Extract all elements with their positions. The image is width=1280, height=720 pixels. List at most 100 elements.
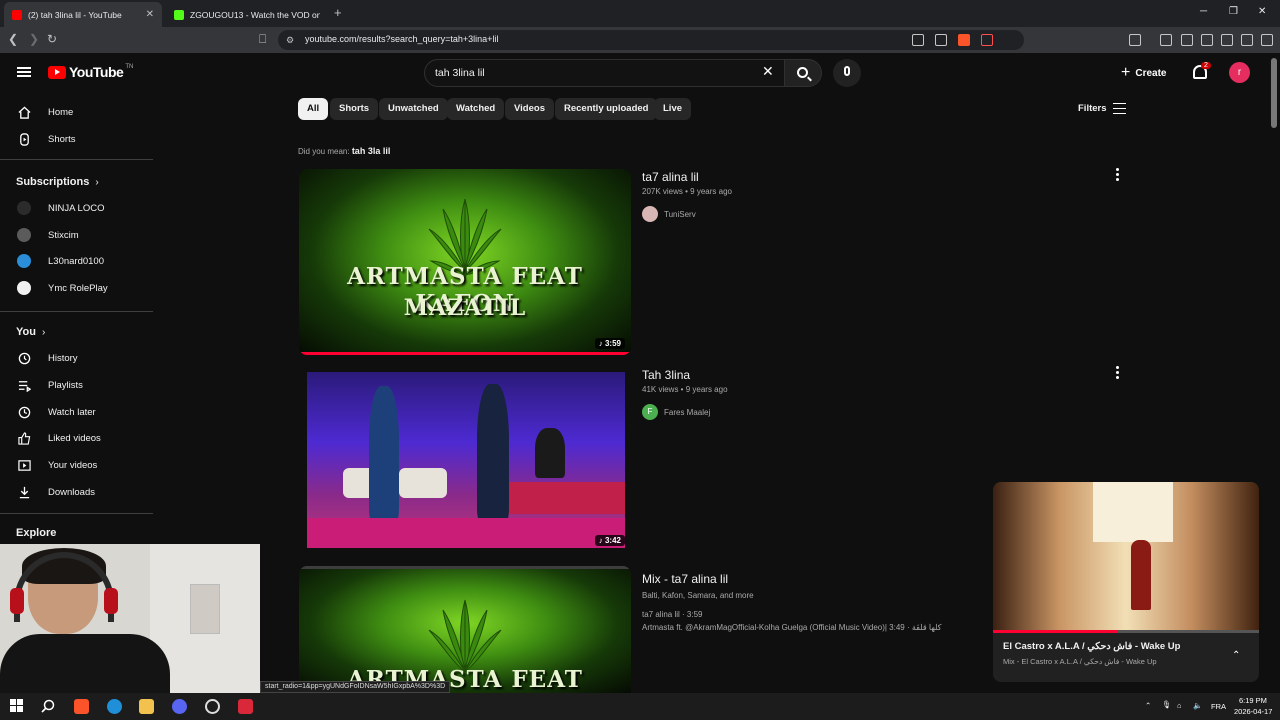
miniplayer-progress-bar[interactable] — [993, 630, 1259, 633]
channel-row[interactable]: TuniServ — [642, 206, 696, 222]
scene-floor — [307, 518, 625, 548]
url-text[interactable]: youtube.com/results?search_query=tah+3li… — [305, 34, 498, 44]
chip-watched[interactable]: Watched — [447, 98, 505, 120]
cast-icon[interactable] — [912, 34, 924, 46]
new-tab-button[interactable]: + — [334, 5, 342, 20]
video-title[interactable]: ta7 alina lil — [642, 170, 699, 184]
microphone-icon[interactable]: 🎙 — [1162, 700, 1172, 709]
app-icon[interactable] — [238, 699, 253, 714]
sidebar-item-subscription[interactable]: Ymc RolePlay — [0, 275, 155, 301]
wallet-icon[interactable] — [1201, 34, 1213, 46]
search-icon — [797, 67, 808, 78]
video-title[interactable]: Mix - ta7 alina lil — [642, 572, 728, 586]
chip-recently-uploaded[interactable]: Recently uploaded — [555, 98, 658, 120]
miniplayer-video[interactable] — [993, 482, 1259, 632]
network-icon[interactable]: ⌂ — [1177, 701, 1182, 710]
mix-track[interactable]: ta7 alina lil · 3:59 — [642, 610, 702, 619]
bookmark-icon[interactable]: ⎕ — [259, 32, 266, 47]
sidebar-icon[interactable] — [1181, 34, 1193, 46]
guide-menu-icon[interactable] — [17, 67, 31, 77]
discord-icon[interactable] — [172, 699, 187, 714]
mix-thumbnail[interactable]: ARTMASTA FEAT KAFON — [299, 566, 631, 693]
chevron-up-icon[interactable]: ⌃ — [1232, 650, 1240, 661]
extensions-icon[interactable] — [1129, 34, 1141, 46]
channel-name[interactable]: Fares Maalej — [664, 408, 710, 417]
chip-all[interactable]: All — [298, 98, 329, 120]
account-avatar[interactable]: r — [1229, 62, 1250, 83]
suggestion-link[interactable]: tah 3la lil — [352, 146, 391, 156]
sidebar-item-label: History — [48, 352, 78, 364]
restore-icon[interactable]: ❐ — [1229, 6, 1238, 17]
minimize-icon[interactable]: ─ — [1200, 6, 1207, 17]
create-button[interactable]: + Create — [1121, 59, 1166, 87]
filters-button[interactable]: Filters — [1078, 103, 1126, 114]
vpn-icon[interactable] — [1241, 34, 1253, 46]
leo-ai-icon[interactable] — [1221, 34, 1233, 46]
brave-rewards-icon[interactable] — [981, 34, 993, 46]
playlists-icon — [18, 380, 31, 392]
you-heading[interactable]: You › — [16, 326, 45, 338]
more-actions-icon[interactable] — [1116, 168, 1120, 182]
sidebar-item-liked-videos[interactable]: Liked videos — [0, 425, 155, 451]
mix-stack-edge — [299, 566, 631, 569]
file-explorer-icon[interactable] — [139, 699, 154, 714]
chip-unwatched[interactable]: Unwatched — [379, 98, 448, 120]
page-scrollbar[interactable] — [1271, 58, 1277, 128]
sidebar-item-subscription[interactable]: L30nard0100 — [0, 248, 155, 274]
browser-tab-youtube[interactable]: (2) tah 3lina lil - YouTube ✕ — [4, 2, 162, 27]
browser-menu-icon[interactable] — [1261, 34, 1273, 46]
subscriptions-heading[interactable]: Subscriptions › — [16, 176, 99, 188]
sidebar-item-your-videos[interactable]: Your videos — [0, 452, 155, 478]
mix-track[interactable]: Artmasta ft. @AkramMagOfficial-Kolha Gue… — [642, 623, 941, 632]
media-icon[interactable] — [1160, 34, 1172, 46]
obs-icon[interactable] — [205, 699, 220, 714]
chip-live[interactable]: Live — [654, 98, 692, 120]
browser-tab-bar: (2) tah 3lina lil - YouTube ✕ ZGOUGOU13 … — [0, 0, 1280, 27]
search-icon[interactable] — [41, 699, 56, 714]
reload-icon[interactable]: ↻ — [47, 32, 57, 46]
sidebar-item-shorts[interactable]: Shorts — [0, 126, 155, 152]
search-box[interactable]: tah 3lina lil — [424, 59, 790, 87]
close-window-icon[interactable]: ✕ — [1258, 6, 1266, 17]
clear-search-icon[interactable]: ✕ — [762, 63, 774, 80]
share-icon[interactable] — [935, 34, 947, 46]
sidebar-item-label: Stixcim — [48, 229, 79, 241]
site-info-icon[interactable]: ⚙ — [286, 35, 294, 46]
explore-title: Explore — [16, 527, 57, 539]
video-thumbnail[interactable]: ARTMASTA FEAT KAFON MAZATIL ♪ 3:59 — [299, 169, 631, 355]
language-indicator[interactable]: FRA — [1211, 702, 1226, 711]
video-title[interactable]: Tah 3lina — [642, 368, 690, 382]
sidebar-item-watch-later[interactable]: Watch later — [0, 399, 155, 425]
voice-search-button[interactable] — [833, 59, 861, 87]
youtube-logo[interactable]: YouTube TN — [48, 64, 133, 80]
sidebar-item-history[interactable]: History — [0, 345, 155, 371]
sidebar-item-downloads[interactable]: Downloads — [0, 479, 155, 505]
chip-shorts[interactable]: Shorts — [330, 98, 379, 120]
edge-browser-icon[interactable] — [107, 699, 122, 714]
miniplayer-progress-fill — [993, 630, 1119, 633]
sidebar-item-label: Downloads — [48, 486, 95, 498]
more-actions-icon[interactable] — [1116, 366, 1120, 380]
brave-browser-icon[interactable] — [74, 699, 89, 714]
video-thumbnail[interactable]: ♪ 3:42 — [299, 368, 631, 552]
forward-icon[interactable]: ❯ — [29, 32, 39, 46]
channel-name[interactable]: TuniServ — [664, 210, 696, 219]
close-tab-icon[interactable]: ✕ — [146, 9, 154, 20]
search-button[interactable] — [784, 59, 822, 87]
channel-row[interactable]: F Fares Maalej — [642, 404, 710, 420]
chip-videos[interactable]: Videos — [505, 98, 554, 120]
clock-date[interactable]: 2026-04-17 — [1234, 707, 1272, 716]
sidebar-item-playlists[interactable]: Playlists — [0, 372, 155, 398]
sidebar-item-subscription[interactable]: NINJA LOCO — [0, 195, 155, 221]
sidebar-item-home[interactable]: Home — [0, 99, 155, 125]
search-input[interactable]: tah 3lina lil — [435, 67, 485, 79]
clock-time[interactable]: 6:19 PM — [1239, 696, 1267, 705]
chevron-up-icon[interactable]: ⌃ — [1145, 701, 1151, 710]
brave-shields-icon[interactable] — [958, 34, 970, 46]
browser-tab-kick[interactable]: ZGOUGOU13 - Watch the VOD on K — [166, 2, 328, 27]
volume-icon[interactable]: 🔈 — [1193, 701, 1202, 710]
windows-start-icon[interactable] — [10, 699, 25, 714]
sidebar-item-subscription[interactable]: Stixcim — [0, 222, 155, 248]
back-icon[interactable]: ❮ — [8, 32, 18, 46]
miniplayer[interactable]: El Castro x A.L.A / فاش دحكي - Wake Up M… — [993, 482, 1259, 682]
